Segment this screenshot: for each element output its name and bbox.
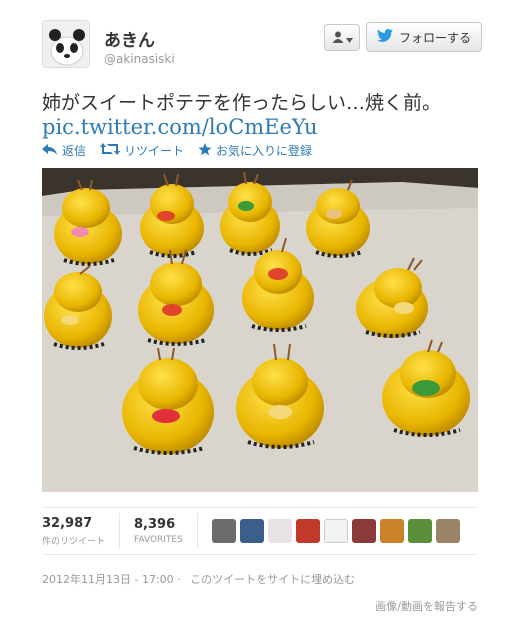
twitter-bird-icon (376, 29, 393, 45)
retweet-label: リツイート (124, 144, 185, 158)
favorite-button[interactable]: お気に入りに登録 (198, 142, 312, 159)
timestamp-text[interactable]: 2012年11月13日 - 17:00 (42, 573, 174, 586)
report-media-link[interactable]: 画像/動画を報告する (375, 598, 478, 614)
tweet-stats: 32,987 件のリツイート 8,396 FAVORITES (42, 507, 478, 555)
tweet-photo[interactable] (42, 168, 478, 492)
retweet-icon (100, 143, 121, 158)
user-handle[interactable]: @akinasiski (104, 52, 175, 66)
reply-label: 返信 (62, 144, 87, 158)
avatar[interactable] (407, 519, 432, 543)
favorite-stat[interactable]: 8,396 FAVORITES (134, 513, 198, 549)
favorite-label: お気に入りに登録 (216, 144, 313, 158)
reply-arrow-icon (42, 143, 58, 158)
avatar[interactable] (239, 519, 264, 543)
avatar[interactable] (379, 519, 404, 543)
chevron-down-icon (345, 28, 353, 47)
retweet-count: 32,987 (42, 515, 93, 531)
avatar[interactable] (351, 519, 376, 543)
favoriter-avatars (211, 519, 460, 543)
follow-button-label: フォローする (398, 30, 471, 45)
tweet-actions: 返信 リツイート お気に入りに登録 (42, 142, 312, 159)
avatar[interactable] (211, 519, 236, 543)
display-name[interactable]: あきん (104, 26, 155, 51)
embed-tweet-link[interactable]: このツイートをサイトに埋め込む (190, 573, 355, 586)
avatar[interactable] (435, 519, 460, 543)
user-menu-button[interactable] (324, 24, 360, 51)
avatar[interactable] (295, 519, 320, 543)
follow-button[interactable]: フォローする (366, 22, 482, 52)
separator: · (177, 573, 185, 586)
avatar[interactable] (42, 20, 90, 68)
reply-button[interactable]: 返信 (42, 142, 86, 159)
star-icon (198, 142, 212, 159)
retweet-count-label: 件のリツイート (42, 536, 106, 547)
retweet-button[interactable]: リツイート (100, 142, 184, 159)
avatar[interactable] (267, 519, 292, 543)
tweet-timestamp: 2012年11月13日 - 17:00 · このツイートをサイトに埋め込む (42, 571, 355, 587)
retweet-stat[interactable]: 32,987 件のリツイート (42, 513, 121, 549)
favorite-count: 8,396 (134, 517, 176, 532)
sweet-potato-chicks-image (42, 168, 478, 492)
person-icon (332, 28, 344, 47)
avatar[interactable] (323, 519, 348, 543)
tweet-text: 姉がスイートポテテを作ったらしい…焼く前。 (42, 92, 442, 114)
tweet-media-link[interactable]: pic.twitter.com/loCmEeYu (42, 115, 318, 139)
favorite-count-label: FAVORITES (134, 535, 183, 545)
